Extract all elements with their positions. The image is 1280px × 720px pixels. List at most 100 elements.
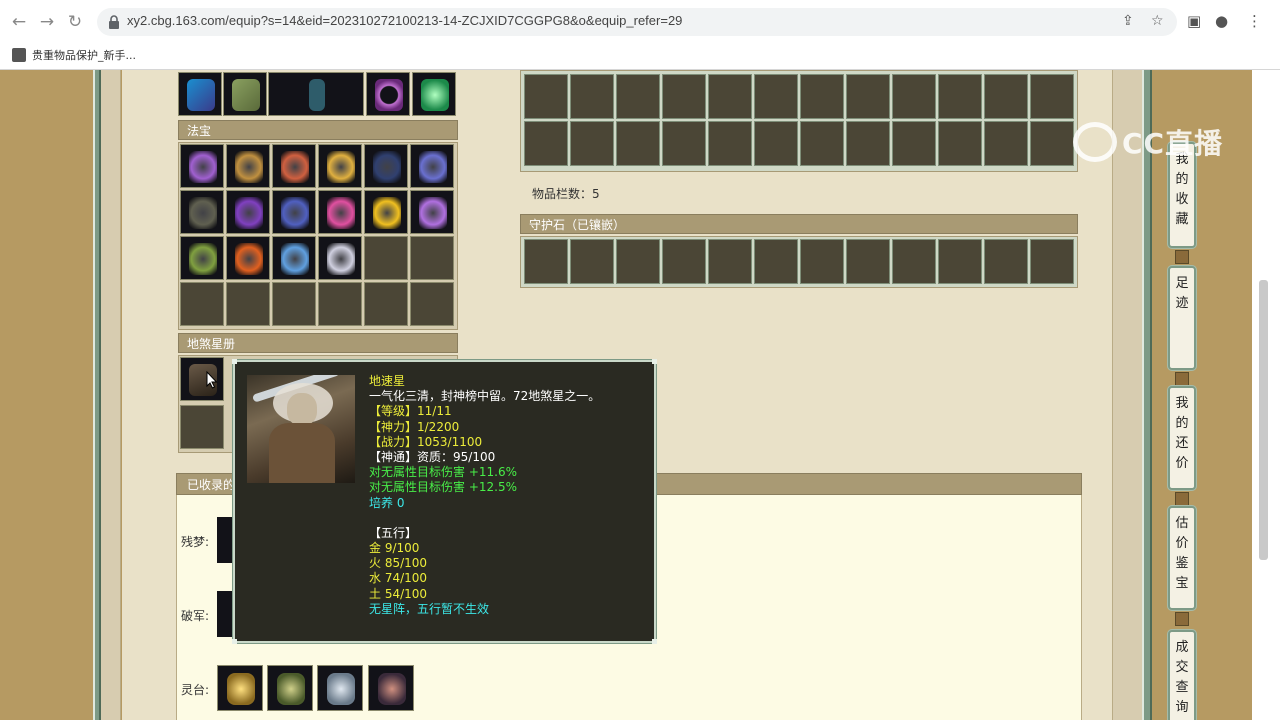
guardian-stone-slot[interactable] [892, 239, 936, 284]
fabao-slot[interactable] [272, 190, 316, 234]
empty-slot [364, 236, 408, 280]
bookmark-item[interactable]: 贵重物品保护_新手... [12, 46, 136, 64]
side-tab-char: 收 [1175, 192, 1189, 207]
inventory-slot[interactable] [616, 121, 660, 166]
fabao-slot[interactable] [226, 236, 270, 280]
purple-fan-icon [419, 197, 447, 229]
inventory-slot[interactable] [754, 121, 798, 166]
side-tab-char: 的 [1175, 416, 1189, 431]
fabao-slot[interactable] [180, 144, 224, 188]
guardian-stone-slot[interactable] [800, 239, 844, 284]
star-icon[interactable]: ☆ [1151, 13, 1164, 29]
browser-chrome: ← → ↻ xy2.cbg.163.com/equip?s=14&eid=202… [0, 0, 1280, 70]
star-desc: 一气化三清，封神榜中留。72地煞星之一。 [369, 389, 601, 404]
inventory-slot[interactable] [800, 121, 844, 166]
menu-icon[interactable]: ⋮ [1247, 12, 1262, 30]
equip-slot[interactable] [366, 72, 410, 116]
inventory-slot[interactable] [570, 74, 614, 119]
guardian-stone-slot[interactable] [616, 239, 660, 284]
inventory-slot[interactable] [800, 74, 844, 119]
inventory-slot[interactable] [524, 121, 568, 166]
purple-lantern-icon [189, 151, 217, 183]
fabao-slot[interactable] [226, 144, 270, 188]
guardian-stone-slot[interactable] [938, 239, 982, 284]
inventory-slot[interactable] [708, 121, 752, 166]
wuxing-title: 【五行】 [369, 525, 418, 540]
equip-slot[interactable] [178, 72, 222, 116]
side-tab-char: 藏 [1175, 212, 1189, 227]
lingtai-slot[interactable] [217, 665, 263, 711]
fabao-slot[interactable] [410, 144, 454, 188]
tab-footprints[interactable]: 足迹 [1168, 266, 1196, 370]
share-icon[interactable]: ⇪ [1122, 13, 1134, 29]
tab-my-counteroffers[interactable]: 我的还价 [1168, 386, 1196, 490]
inventory-slot[interactable] [846, 121, 890, 166]
inventory-slot[interactable] [616, 74, 660, 119]
lingtai-slot[interactable] [267, 665, 313, 711]
guardian-stone-slot[interactable] [662, 239, 706, 284]
guardian-stone-slot[interactable] [570, 239, 614, 284]
canmeng-slot[interactable] [217, 517, 233, 563]
inventory-slot[interactable] [662, 74, 706, 119]
star-peiyang: 培养 0 [369, 495, 405, 510]
tab-connector [1175, 250, 1189, 264]
address-bar[interactable]: xy2.cbg.163.com/equip?s=14&eid=202310272… [97, 8, 1177, 36]
inventory-slot[interactable] [524, 74, 568, 119]
fabao-slot[interactable] [272, 144, 316, 188]
profile-icon[interactable]: ● [1215, 12, 1228, 30]
equip-slot[interactable] [223, 72, 267, 116]
frame-rail-left-inner [101, 70, 121, 720]
inventory-slot[interactable] [754, 74, 798, 119]
inventory-slot[interactable] [662, 121, 706, 166]
guardian-stone-slot[interactable] [1030, 239, 1074, 284]
inventory-slot[interactable] [1030, 74, 1074, 119]
pojun-slot[interactable] [217, 591, 233, 637]
guardian-stone-slot[interactable] [708, 239, 752, 284]
fabao-slot[interactable] [318, 236, 362, 280]
forward-icon[interactable]: → [36, 11, 58, 33]
guardian-stone-slot[interactable] [524, 239, 568, 284]
silver-cloak-icon [327, 673, 355, 705]
guardian-stone-slot[interactable] [846, 239, 890, 284]
scroll-icon [281, 197, 309, 229]
inventory-slot[interactable] [984, 74, 1028, 119]
equip-slot[interactable] [412, 72, 456, 116]
guardian-stone-slot[interactable] [984, 239, 1028, 284]
fabao-slot[interactable] [226, 190, 270, 234]
empty-slot [410, 236, 454, 280]
fabao-slot[interactable] [318, 190, 362, 234]
fabao-header: 法宝 [178, 120, 458, 140]
guardian-stone-slot[interactable] [754, 239, 798, 284]
tooltip-corner [232, 639, 237, 644]
inventory-slot[interactable] [708, 74, 752, 119]
inventory-slot[interactable] [846, 74, 890, 119]
inventory-slot[interactable] [892, 121, 936, 166]
sidepanel-icon[interactable]: ▣ [1187, 12, 1201, 30]
scrollbar[interactable] [1259, 280, 1268, 560]
tooltip-text: 地速星 一气化三清，封神榜中留。72地煞星之一。 【等级】11/11 【神力】1… [369, 374, 600, 617]
fabao-slot[interactable] [364, 144, 408, 188]
lingtai-slot[interactable] [368, 665, 414, 711]
tab-deal-search[interactable]: 成交查询 [1168, 630, 1196, 720]
tab-price-appraisal[interactable]: 估价鉴宝 [1168, 506, 1196, 610]
fabao-slot[interactable] [272, 236, 316, 280]
inventory-slot[interactable] [1030, 121, 1074, 166]
empty-slot [180, 405, 224, 449]
inventory-slot[interactable] [938, 74, 982, 119]
fabao-slot[interactable] [410, 190, 454, 234]
lingtai-slot[interactable] [317, 665, 363, 711]
dark-bottle-icon [378, 673, 406, 705]
back-icon[interactable]: ← [8, 11, 30, 33]
fabao-slot[interactable] [364, 190, 408, 234]
inventory-slot[interactable] [984, 121, 1028, 166]
inventory-slot[interactable] [570, 121, 614, 166]
claw-gauntlet-icon [419, 151, 447, 183]
fabao-slot[interactable] [318, 144, 362, 188]
star-stat2: 对无属性目标伤害 +12.5% [369, 480, 517, 495]
inventory-slot[interactable] [938, 121, 982, 166]
inventory-slot[interactable] [892, 74, 936, 119]
reload-icon[interactable]: ↻ [64, 11, 86, 33]
fabao-slot[interactable] [180, 190, 224, 234]
fabao-slot[interactable] [180, 236, 224, 280]
purple-whip-icon [235, 197, 263, 229]
